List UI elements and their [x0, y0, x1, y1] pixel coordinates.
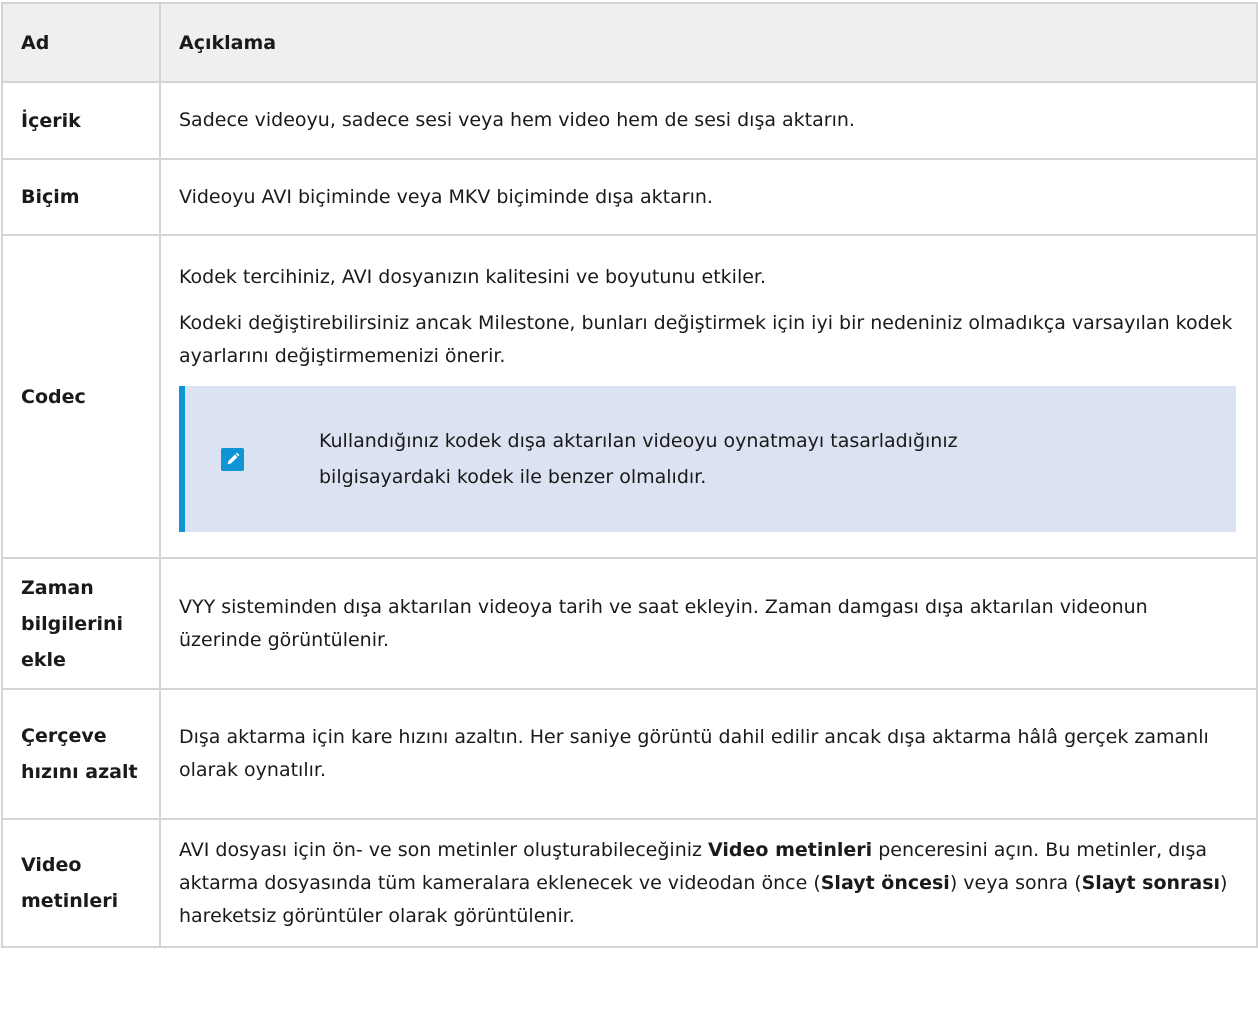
post-slide-label: Slayt sonrası [1081, 871, 1221, 894]
row-description: Dışa aktarma için kare hızını azaltın. H… [159, 688, 1258, 820]
codec-paragraph-2: Kodeki değiştirebilirsiniz ancak Milesto… [179, 312, 1233, 367]
column-header-description: Açıklama [159, 2, 1258, 83]
row-description: VYY sisteminden dışa aktarılan videoya t… [159, 557, 1258, 690]
column-header-name: Ad [1, 2, 161, 83]
table-header-row: Ad Açıklama [1, 2, 1258, 83]
row-description: Sadece videoyu, sadece sesi veya hem vid… [159, 81, 1258, 160]
note-callout: Kullandığınız kodek dışa aktarılan video… [179, 386, 1236, 532]
row-description: Kodek tercihiniz, AVI dosyanızın kalites… [159, 234, 1258, 559]
row-description: Videoyu AVI biçiminde veya MKV biçiminde… [159, 158, 1258, 236]
codec-paragraph-1: Kodek tercihiniz, AVI dosyanızın kalites… [179, 266, 767, 288]
row-name: Biçim [1, 158, 161, 236]
row-name: Çerçeve hızını azalt [1, 688, 161, 820]
row-name: İçerik [1, 81, 161, 160]
pre-slide-label: Slayt öncesi [820, 871, 950, 894]
table-row-frame-rate: Çerçeve hızını azalt Dışa aktarma için k… [1, 688, 1258, 820]
description-text: ) veya sonra ( [949, 871, 1082, 894]
pencil-edit-icon [221, 447, 244, 471]
table-row-content: İçerik Sadece videoyu, sadece sesi veya … [1, 81, 1258, 160]
note-text: Kullandığınız kodek dışa aktarılan video… [319, 430, 958, 488]
settings-table: Ad Açıklama İçerik Sadece videoyu, sadec… [1, 2, 1258, 948]
table-row-timestamp: Zaman bilgilerini ekle VYY sisteminden d… [1, 557, 1258, 690]
row-name: Zaman bilgilerini ekle [1, 557, 161, 690]
description-text: AVI dosyası için ön- ve son metinler olu… [179, 838, 709, 861]
table-row-codec: Codec Kodek tercihiniz, AVI dosyanızın k… [1, 234, 1258, 559]
row-name: Video metinleri [1, 818, 161, 948]
row-name: Codec [1, 234, 161, 559]
row-description: AVI dosyası için ön- ve son metinler olu… [159, 818, 1258, 948]
table-row-format: Biçim Videoyu AVI biçiminde veya MKV biç… [1, 158, 1258, 236]
table-row-video-texts: Video metinleri AVI dosyası için ön- ve … [1, 818, 1258, 948]
video-texts-window-name: Video metinleri [708, 838, 873, 861]
